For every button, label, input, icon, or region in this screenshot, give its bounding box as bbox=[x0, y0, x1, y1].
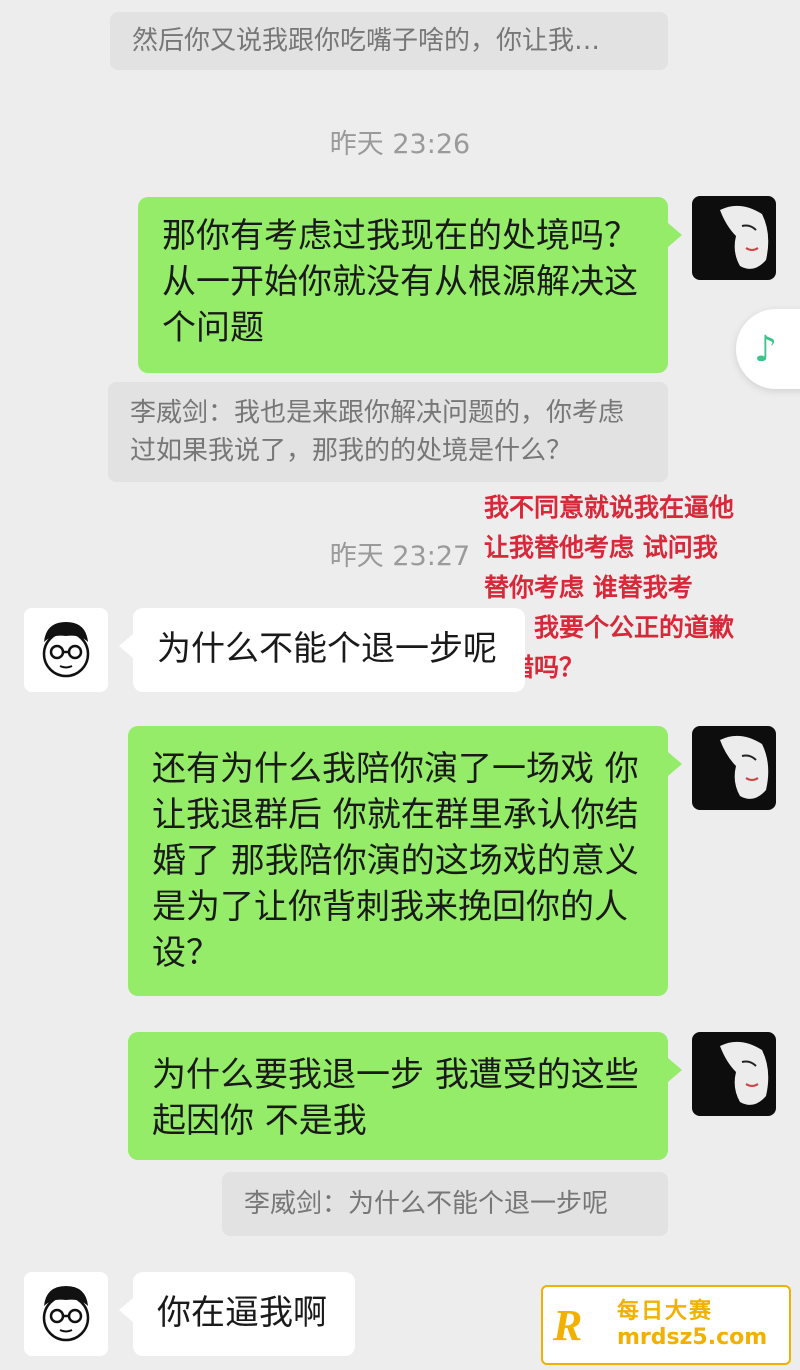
quote-text: 李威剑：为什么不能个退一步呢 bbox=[244, 1189, 609, 1219]
timestamp: 昨天 23:26 bbox=[329, 129, 471, 160]
message-text: 为什么不能个退一步呢 bbox=[157, 629, 497, 669]
contact-avatar[interactable] bbox=[24, 1272, 108, 1356]
bubble-tail bbox=[668, 223, 682, 247]
message-text: 那你有考虑过我现在的处境吗？从一开始你就没有从根源解决这个问题 bbox=[162, 216, 638, 348]
bubble-tail bbox=[668, 1058, 682, 1082]
contact-avatar[interactable] bbox=[24, 608, 108, 692]
sent-message-bubble[interactable]: 为什么要我退一步 我遭受的这些起因你 不是我 bbox=[128, 1032, 682, 1160]
timestamp: 昨天 23:27 bbox=[329, 541, 471, 572]
watermark-title: 每日大赛 bbox=[617, 1299, 714, 1324]
quote-text: 然后你又说我跟你吃嘴子啥的，你让我… bbox=[132, 26, 601, 56]
quote-message[interactable]: 然后你又说我跟你吃嘴子啥的，你让我… bbox=[110, 12, 668, 70]
sent-message-bubble[interactable]: 那你有考虑过我现在的处境吗？从一开始你就没有从根源解决这个问题 bbox=[138, 197, 682, 373]
watermark-r-icon: R bbox=[553, 1300, 583, 1350]
bubble-tail bbox=[119, 1298, 133, 1322]
message-text: 还有为什么我陪你演了一场戏 你让我退群后 你就在群里承认你结婚了 那我陪你演的这… bbox=[152, 749, 639, 973]
my-avatar[interactable] bbox=[692, 726, 776, 810]
quote-text: 李威剑：我也是来跟你解决问题的，你考虑过如果我说了，那我的的处境是什么？ bbox=[130, 398, 625, 466]
sent-message-bubble[interactable]: 还有为什么我陪你演了一场戏 你让我退群后 你就在群里承认你结婚了 那我陪你演的这… bbox=[128, 726, 682, 996]
quote-message[interactable]: 李威剑：我也是来跟你解决问题的，你考虑过如果我说了，那我的的处境是什么？ bbox=[108, 382, 668, 482]
watermark-logo: R 每日大赛 mrdsz5.com bbox=[541, 1285, 791, 1365]
bubble-tail bbox=[119, 634, 133, 658]
floating-music-button[interactable]: ♪ bbox=[736, 309, 800, 389]
music-note-icon: ♪ bbox=[754, 328, 777, 370]
watermark-url: mrdsz5.com bbox=[617, 1325, 768, 1350]
my-avatar[interactable] bbox=[692, 196, 776, 280]
message-text: 为什么要我退一步 我遭受的这些起因你 不是我 bbox=[152, 1055, 639, 1141]
received-message-bubble[interactable]: 你在逼我啊 bbox=[119, 1272, 355, 1356]
message-text: 你在逼我啊 bbox=[157, 1293, 327, 1333]
quote-message[interactable]: 李威剑：为什么不能个退一步呢 bbox=[222, 1172, 668, 1236]
my-avatar[interactable] bbox=[692, 1032, 776, 1116]
bubble-tail bbox=[668, 752, 682, 776]
received-message-bubble[interactable]: 为什么不能个退一步呢 bbox=[119, 608, 525, 692]
